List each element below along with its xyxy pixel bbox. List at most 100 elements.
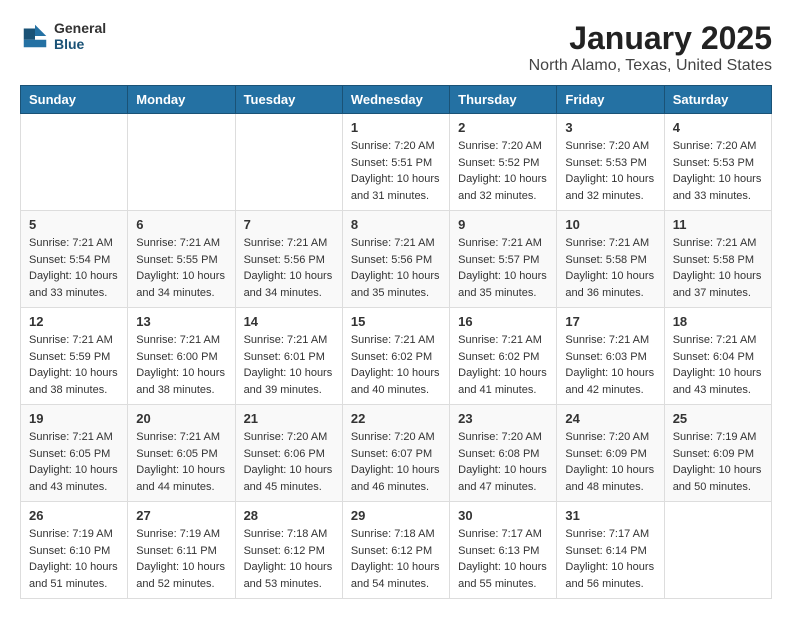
cell-week3-day4: 16 Sunrise: 7:21 AMSunset: 6:02 PMDayligh… (450, 308, 557, 405)
day-info: Sunrise: 7:21 AMSunset: 5:58 PMDaylight:… (673, 235, 763, 301)
day-info: Sunrise: 7:21 AMSunset: 6:03 PMDaylight:… (565, 332, 655, 398)
day-info: Sunrise: 7:21 AMSunset: 5:57 PMDaylight:… (458, 235, 548, 301)
cell-week1-day1 (128, 114, 235, 211)
logo: General Blue (20, 20, 106, 52)
cell-week1-day4: 2Sunrise: 7:20 AMSunset: 5:52 PMDaylight… (450, 114, 557, 211)
cell-week3-day2: 14 Sunrise: 7:21 AMSunset: 6:01 PMDayligh… (235, 308, 342, 405)
calendar-title: January 2025 (529, 20, 772, 57)
day-number: 22 (351, 411, 441, 426)
day-info: Sunrise: 7:20 AMSunset: 5:53 PMDaylight:… (673, 138, 763, 204)
day-number: 24 (565, 411, 655, 426)
day-info: Sunrise: 7:21 AMSunset: 6:04 PMDaylight:… (673, 332, 763, 398)
day-info: Sunrise: 7:21 AMSunset: 5:55 PMDaylight:… (136, 235, 226, 301)
day-info: Sunrise: 7:21 AMSunset: 6:00 PMDaylight:… (136, 332, 226, 398)
week-row-4: 19 Sunrise: 7:21 AMSunset: 6:05 PMDayligh… (21, 405, 772, 502)
day-info: Sunrise: 7:21 AMSunset: 6:02 PMDaylight:… (458, 332, 548, 398)
day-number: 29 (351, 508, 441, 523)
day-info: Sunrise: 7:20 AMSunset: 6:09 PMDaylight:… (565, 429, 655, 495)
day-info: Sunrise: 7:19 AMSunset: 6:09 PMDaylight:… (673, 429, 763, 495)
day-number: 16 (458, 314, 548, 329)
day-number: 31 (565, 508, 655, 523)
day-number: 21 (244, 411, 334, 426)
day-number: 15 (351, 314, 441, 329)
day-number: 13 (136, 314, 226, 329)
cell-week4-day4: 23Sunrise: 7:20 AMSunset: 6:08 PMDayligh… (450, 405, 557, 502)
cell-week4-day6: 25 Sunrise: 7:19 AMSunset: 6:09 PMDayligh… (664, 405, 771, 502)
cell-week2-day1: 6 Sunrise: 7:21 AMSunset: 5:55 PMDaylight… (128, 211, 235, 308)
cell-week4-day0: 19 Sunrise: 7:21 AMSunset: 6:05 PMDayligh… (21, 405, 128, 502)
day-info: Sunrise: 7:20 AMSunset: 6:07 PMDaylight:… (351, 429, 441, 495)
cell-week5-day5: 31 Sunrise: 7:17 AMSunset: 6:14 PMDayligh… (557, 502, 664, 599)
cell-week3-day6: 18 Sunrise: 7:21 AMSunset: 6:04 PMDayligh… (664, 308, 771, 405)
logo-blue-text: Blue (54, 36, 106, 52)
day-number: 26 (29, 508, 119, 523)
day-info: Sunrise: 7:20 AMSunset: 6:08 PMDaylight:… (458, 429, 548, 495)
logo-icon (20, 21, 50, 51)
day-number: 14 (244, 314, 334, 329)
day-number: 12 (29, 314, 119, 329)
calendar-table: Sunday Monday Tuesday Wednesday Thursday… (20, 85, 772, 599)
cell-week4-day1: 20 Sunrise: 7:21 AMSunset: 6:05 PMDayligh… (128, 405, 235, 502)
day-number: 1 (351, 120, 441, 135)
cell-week5-day2: 28Sunrise: 7:18 AMSunset: 6:12 PMDayligh… (235, 502, 342, 599)
day-number: 9 (458, 217, 548, 232)
cell-week1-day2 (235, 114, 342, 211)
day-info: Sunrise: 7:18 AMSunset: 6:12 PMDaylight:… (244, 526, 334, 592)
day-number: 11 (673, 217, 763, 232)
cell-week2-day0: 5Sunrise: 7:21 AMSunset: 5:54 PMDaylight… (21, 211, 128, 308)
day-info: Sunrise: 7:21 AMSunset: 6:01 PMDaylight:… (244, 332, 334, 398)
week-row-2: 5Sunrise: 7:21 AMSunset: 5:54 PMDaylight… (21, 211, 772, 308)
day-info: Sunrise: 7:21 AMSunset: 5:59 PMDaylight:… (29, 332, 119, 398)
col-wednesday: Wednesday (342, 86, 449, 114)
day-info: Sunrise: 7:19 AMSunset: 6:10 PMDaylight:… (29, 526, 119, 592)
day-number: 3 (565, 120, 655, 135)
day-info: Sunrise: 7:21 AMSunset: 6:05 PMDaylight:… (136, 429, 226, 495)
cell-week4-day2: 21 Sunrise: 7:20 AMSunset: 6:06 PMDayligh… (235, 405, 342, 502)
cell-week3-day5: 17Sunrise: 7:21 AMSunset: 6:03 PMDayligh… (557, 308, 664, 405)
day-number: 18 (673, 314, 763, 329)
day-info: Sunrise: 7:17 AMSunset: 6:14 PMDaylight:… (565, 526, 655, 592)
cell-week2-day5: 10Sunrise: 7:21 AMSunset: 5:58 PMDayligh… (557, 211, 664, 308)
day-info: Sunrise: 7:20 AMSunset: 5:53 PMDaylight:… (565, 138, 655, 204)
day-info: Sunrise: 7:21 AMSunset: 5:54 PMDaylight:… (29, 235, 119, 301)
day-number: 8 (351, 217, 441, 232)
cell-week2-day6: 11 Sunrise: 7:21 AMSunset: 5:58 PMDayligh… (664, 211, 771, 308)
col-sunday: Sunday (21, 86, 128, 114)
day-number: 30 (458, 508, 548, 523)
calendar-subtitle: North Alamo, Texas, United States (529, 57, 772, 75)
day-info: Sunrise: 7:21 AMSunset: 6:05 PMDaylight:… (29, 429, 119, 495)
cell-week2-day3: 8Sunrise: 7:21 AMSunset: 5:56 PMDaylight… (342, 211, 449, 308)
cell-week5-day3: 29 Sunrise: 7:18 AMSunset: 6:12 PMDayligh… (342, 502, 449, 599)
header: General Blue January 2025 North Alamo, T… (20, 20, 772, 75)
week-row-3: 12 Sunrise: 7:21 AMSunset: 5:59 PMDayligh… (21, 308, 772, 405)
cell-week1-day5: 3 Sunrise: 7:20 AMSunset: 5:53 PMDaylight… (557, 114, 664, 211)
logo-text: General Blue (54, 20, 106, 52)
cell-week2-day4: 9 Sunrise: 7:21 AMSunset: 5:57 PMDaylight… (450, 211, 557, 308)
cell-week4-day5: 24 Sunrise: 7:20 AMSunset: 6:09 PMDayligh… (557, 405, 664, 502)
cell-week5-day0: 26 Sunrise: 7:19 AMSunset: 6:10 PMDayligh… (21, 502, 128, 599)
logo-general-text: General (54, 20, 106, 36)
title-area: January 2025 North Alamo, Texas, United … (529, 20, 772, 75)
day-info: Sunrise: 7:21 AMSunset: 6:02 PMDaylight:… (351, 332, 441, 398)
cell-week1-day0 (21, 114, 128, 211)
calendar-header-row: Sunday Monday Tuesday Wednesday Thursday… (21, 86, 772, 114)
cell-week2-day2: 7Sunrise: 7:21 AMSunset: 5:56 PMDaylight… (235, 211, 342, 308)
page-container: General Blue January 2025 North Alamo, T… (20, 20, 772, 599)
col-friday: Friday (557, 86, 664, 114)
day-number: 20 (136, 411, 226, 426)
day-number: 27 (136, 508, 226, 523)
day-info: Sunrise: 7:18 AMSunset: 6:12 PMDaylight:… (351, 526, 441, 592)
day-number: 2 (458, 120, 548, 135)
day-number: 4 (673, 120, 763, 135)
col-saturday: Saturday (664, 86, 771, 114)
cell-week3-day1: 13 Sunrise: 7:21 AMSunset: 6:00 PMDayligh… (128, 308, 235, 405)
day-info: Sunrise: 7:20 AMSunset: 6:06 PMDaylight:… (244, 429, 334, 495)
col-monday: Monday (128, 86, 235, 114)
day-number: 6 (136, 217, 226, 232)
day-number: 25 (673, 411, 763, 426)
cell-week5-day1: 27Sunrise: 7:19 AMSunset: 6:11 PMDayligh… (128, 502, 235, 599)
day-info: Sunrise: 7:17 AMSunset: 6:13 PMDaylight:… (458, 526, 548, 592)
cell-week5-day6 (664, 502, 771, 599)
day-number: 19 (29, 411, 119, 426)
week-row-5: 26 Sunrise: 7:19 AMSunset: 6:10 PMDayligh… (21, 502, 772, 599)
